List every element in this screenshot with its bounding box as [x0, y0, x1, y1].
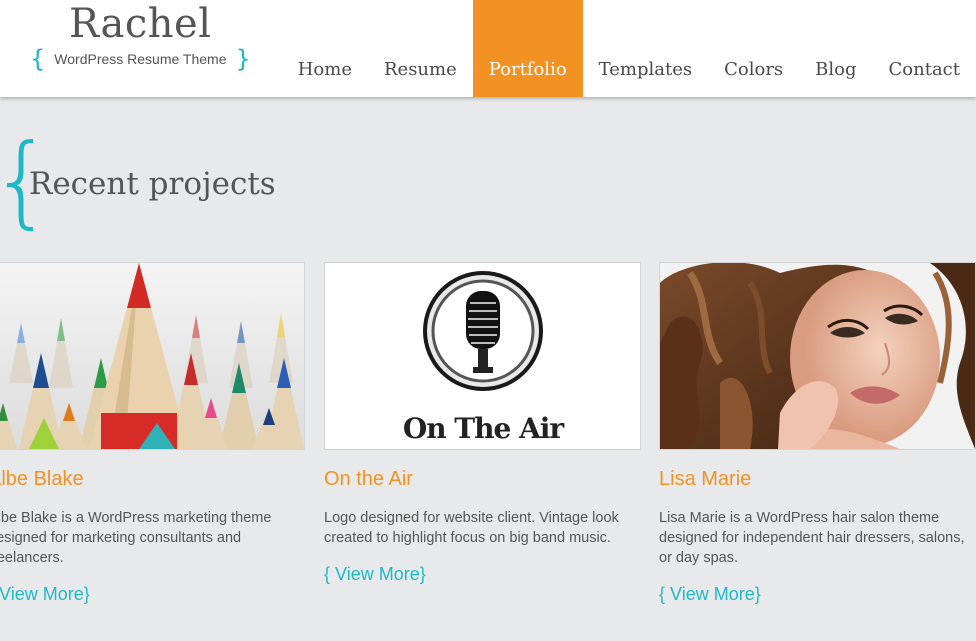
view-more-link[interactable]: { View More} — [659, 584, 976, 605]
brace-open-icon: { — [30, 45, 46, 73]
logo-text: On The Air — [403, 412, 566, 445]
main-nav: Home Resume Portfolio Templates Colors B… — [282, 0, 976, 97]
view-more-link[interactable]: { View More} — [0, 584, 305, 605]
site-tagline: { WordPress Resume Theme } — [30, 45, 251, 73]
site-header: Rachel { WordPress Resume Theme } Home R… — [0, 0, 976, 97]
nav-templates[interactable]: Templates — [583, 0, 708, 97]
project-card: Albe Blake Albe Blake is a WordPress mar… — [0, 262, 305, 605]
project-description: Lisa Marie is a WordPress hair salon the… — [659, 510, 965, 566]
project-title[interactable]: On the Air — [324, 468, 641, 491]
nav-portfolio[interactable]: Portfolio — [472, 0, 583, 97]
nav-contact[interactable]: Contact — [873, 0, 976, 97]
nav-home[interactable]: Home — [282, 0, 368, 97]
woman-portrait-illustration — [660, 263, 975, 449]
nav-colors[interactable]: Colors — [708, 0, 799, 97]
microphone-logo-illustration: On The Air — [325, 263, 640, 449]
microphone-logo-image[interactable]: On The Air — [324, 262, 641, 450]
section-title: Recent projects — [29, 166, 276, 202]
woman-portrait-image[interactable] — [659, 262, 976, 450]
colored-pencils-image[interactable] — [0, 262, 305, 450]
tagline-text: WordPress Resume Theme — [54, 51, 227, 67]
nav-blog[interactable]: Blog — [799, 0, 872, 97]
project-title[interactable]: Albe Blake — [0, 468, 305, 491]
nav-resume[interactable]: Resume — [368, 0, 473, 97]
colored-pencils-illustration — [0, 263, 304, 449]
project-card: On The Air On the Air Logo designed for … — [324, 262, 641, 585]
project-card: Lisa Marie Lisa Marie is a WordPress hai… — [659, 262, 976, 605]
site-logo-name[interactable]: Rachel — [69, 0, 212, 48]
project-description: Logo designed for website client. Vintag… — [324, 510, 619, 546]
view-more-link[interactable]: { View More} — [324, 564, 641, 585]
project-title[interactable]: Lisa Marie — [659, 468, 976, 491]
project-description: Albe Blake is a WordPress marketing them… — [0, 510, 272, 566]
brace-close-icon: } — [235, 45, 251, 73]
